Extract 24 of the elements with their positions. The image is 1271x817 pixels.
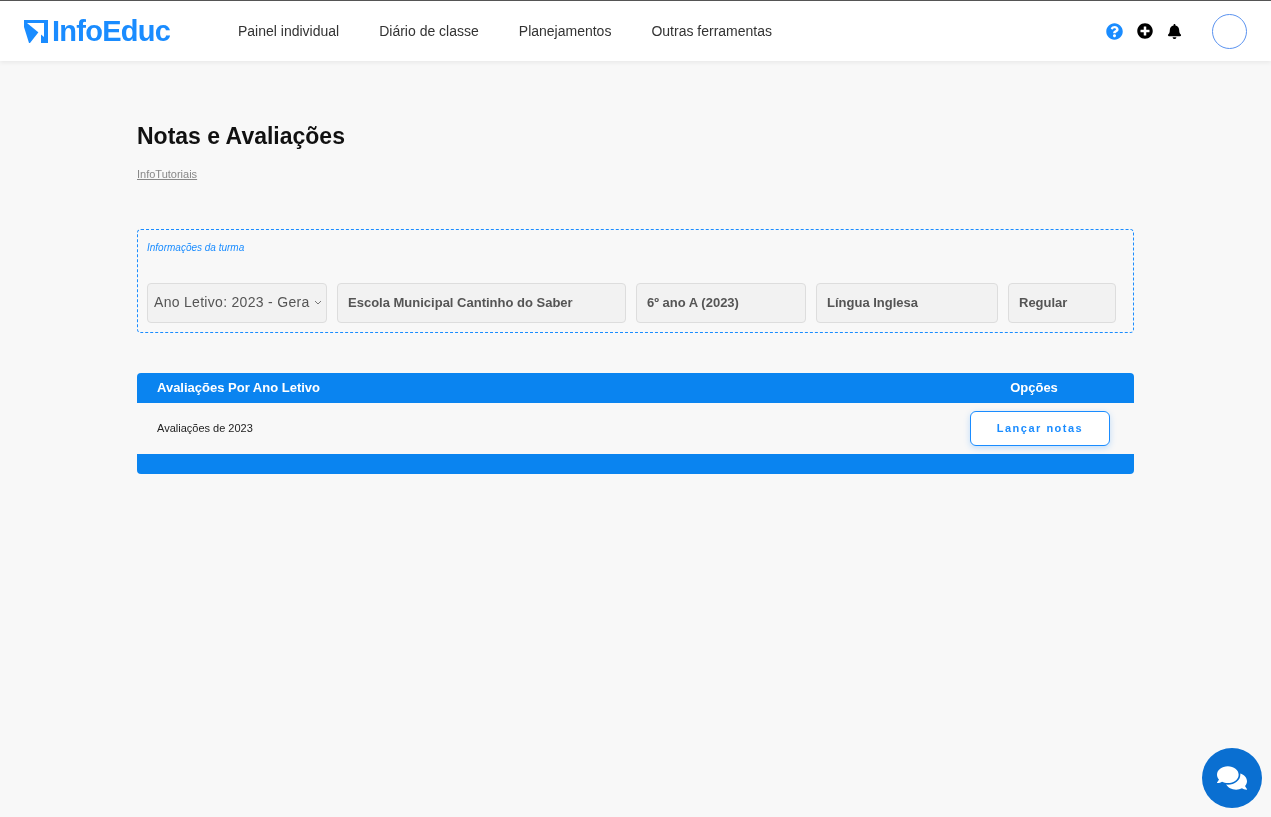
year-select[interactable]: Ano Letivo: 2023 - Gera	[147, 282, 327, 323]
logo-icon	[24, 19, 48, 43]
nav-link[interactable]: Diário de classe	[379, 20, 479, 42]
add-icon[interactable]	[1137, 23, 1153, 39]
column-header: Opções	[1009, 378, 1059, 397]
nav-link[interactable]: Painel individual	[238, 20, 340, 42]
readonly-field[interactable]: Regular	[1008, 282, 1116, 323]
chat-button[interactable]	[1202, 748, 1262, 808]
readonly-field[interactable]: 6º ano A (2023)	[636, 282, 806, 323]
panel-legend: Informações da turma	[147, 239, 1124, 255]
chat-icon	[1217, 763, 1247, 793]
nav-link[interactable]: Planejamentos	[518, 20, 612, 42]
readonly-field[interactable]: Escola Municipal Cantinho do Saber	[337, 282, 626, 323]
column-header: Avaliações Por Ano Letivo	[157, 378, 322, 397]
readonly-field[interactable]: Língua Inglesa	[816, 282, 998, 323]
avatar[interactable]	[1212, 13, 1247, 49]
chevron-down-icon	[314, 300, 322, 305]
nav-link[interactable]: Outras ferramentas	[651, 20, 773, 42]
page-title: Notas e Avaliações	[137, 122, 346, 151]
help-icon[interactable]	[1106, 22, 1123, 40]
table-cell-text: Avaliações de 2023	[157, 420, 254, 436]
logo-text: InfoEduc	[52, 16, 171, 46]
tutorials-link[interactable]: InfoTutoriais	[137, 165, 198, 182]
notification-icon[interactable]	[1167, 23, 1182, 39]
